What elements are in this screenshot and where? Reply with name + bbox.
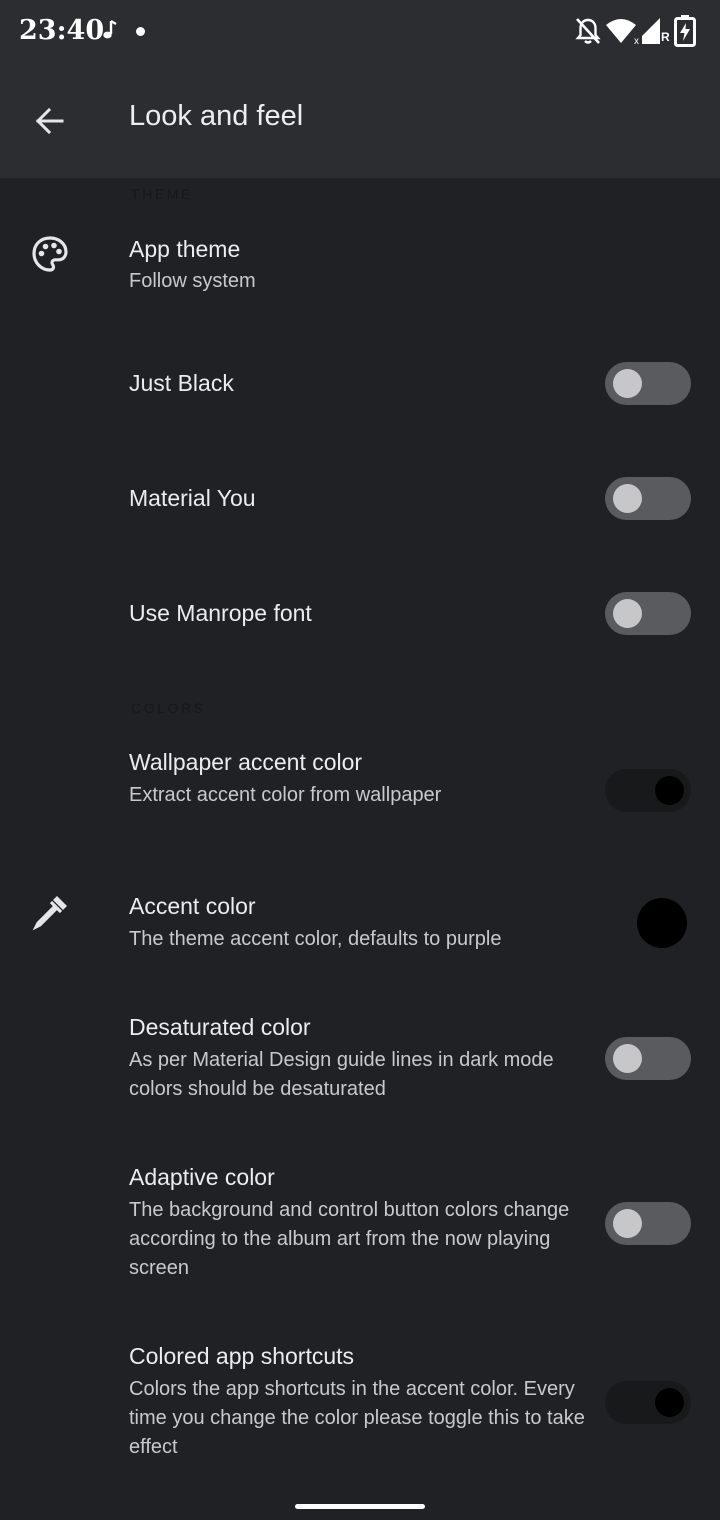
pref-summary: The background and control button colors… <box>129 1199 570 1279</box>
switch-thumb <box>655 1388 684 1417</box>
pref-title: Adaptive color <box>129 1164 275 1190</box>
notification-dot-icon <box>136 27 145 36</box>
pref-summary: The theme accent color, defaults to purp… <box>129 928 502 950</box>
cell-signal-icon: x <box>633 18 660 45</box>
material-you-switch[interactable] <box>605 477 691 520</box>
section-header-colors: COLORS <box>131 700 206 716</box>
switch-thumb <box>613 484 642 513</box>
pref-title: Wallpaper accent color <box>129 749 363 775</box>
status-icons: x R <box>574 14 704 48</box>
accent-color-swatch[interactable] <box>637 898 687 948</box>
pref-colored-shortcuts[interactable]: Colored app shortcuts Colors the app sho… <box>0 1329 720 1479</box>
pref-title: App theme <box>129 236 241 262</box>
pref-material-you[interactable]: Material You <box>0 455 720 541</box>
pref-title: Accent color <box>129 893 256 919</box>
adaptive-color-switch[interactable] <box>605 1202 691 1245</box>
switch-thumb <box>613 1044 642 1073</box>
page-title: Look and feel <box>129 100 304 132</box>
roaming-label: R <box>661 30 670 44</box>
status-bar: 23:40 x R <box>0 0 720 64</box>
app-bar: Look and feel <box>0 64 720 178</box>
switch-thumb <box>613 599 642 628</box>
palette-icon <box>32 236 68 272</box>
pref-summary: Follow system <box>129 270 256 292</box>
pref-desaturated[interactable]: Desaturated color As per Material Design… <box>0 1000 720 1120</box>
section-header-theme: THEME <box>131 186 193 202</box>
manrope-font-switch[interactable] <box>605 592 691 635</box>
wallpaper-accent-switch[interactable] <box>605 769 691 812</box>
arrow-back-icon <box>35 107 64 135</box>
status-time: 23:40 <box>19 15 105 46</box>
music-note-icon <box>103 19 117 39</box>
pref-summary: Colors the app shortcuts in the accent c… <box>129 1378 585 1458</box>
pref-just-black[interactable]: Just Black <box>0 340 720 426</box>
just-black-switch[interactable] <box>605 362 691 405</box>
pref-wallpaper-accent[interactable]: Wallpaper accent color Extract accent co… <box>0 735 720 845</box>
pref-summary: As per Material Design guide lines in da… <box>129 1049 554 1100</box>
pref-manrope-font[interactable]: Use Manrope font <box>0 570 720 656</box>
pref-title: Just Black <box>129 370 234 396</box>
pref-adaptive-color[interactable]: Adaptive color The background and contro… <box>0 1150 720 1300</box>
colored-shortcuts-switch[interactable] <box>605 1381 691 1424</box>
pref-accent-color[interactable]: Accent color The theme accent color, def… <box>0 878 720 978</box>
pref-title: Colored app shortcuts <box>129 1343 355 1369</box>
back-button[interactable] <box>22 97 78 145</box>
pref-title: Desaturated color <box>129 1014 311 1040</box>
switch-thumb <box>613 1209 642 1238</box>
pref-app-theme[interactable]: App theme Follow system <box>0 218 720 318</box>
switch-thumb <box>613 369 642 398</box>
switch-thumb <box>655 776 684 805</box>
eyedropper-icon <box>32 896 67 931</box>
battery-charging-icon <box>674 15 696 47</box>
pref-title: Material You <box>129 485 256 511</box>
desaturated-switch[interactable] <box>605 1037 691 1080</box>
notifications-off-icon <box>575 18 601 44</box>
svg-text:x: x <box>634 36 639 45</box>
pref-summary: Extract accent color from wallpaper <box>129 784 442 806</box>
gesture-nav-handle[interactable] <box>295 1504 425 1509</box>
pref-title: Use Manrope font <box>129 600 312 626</box>
